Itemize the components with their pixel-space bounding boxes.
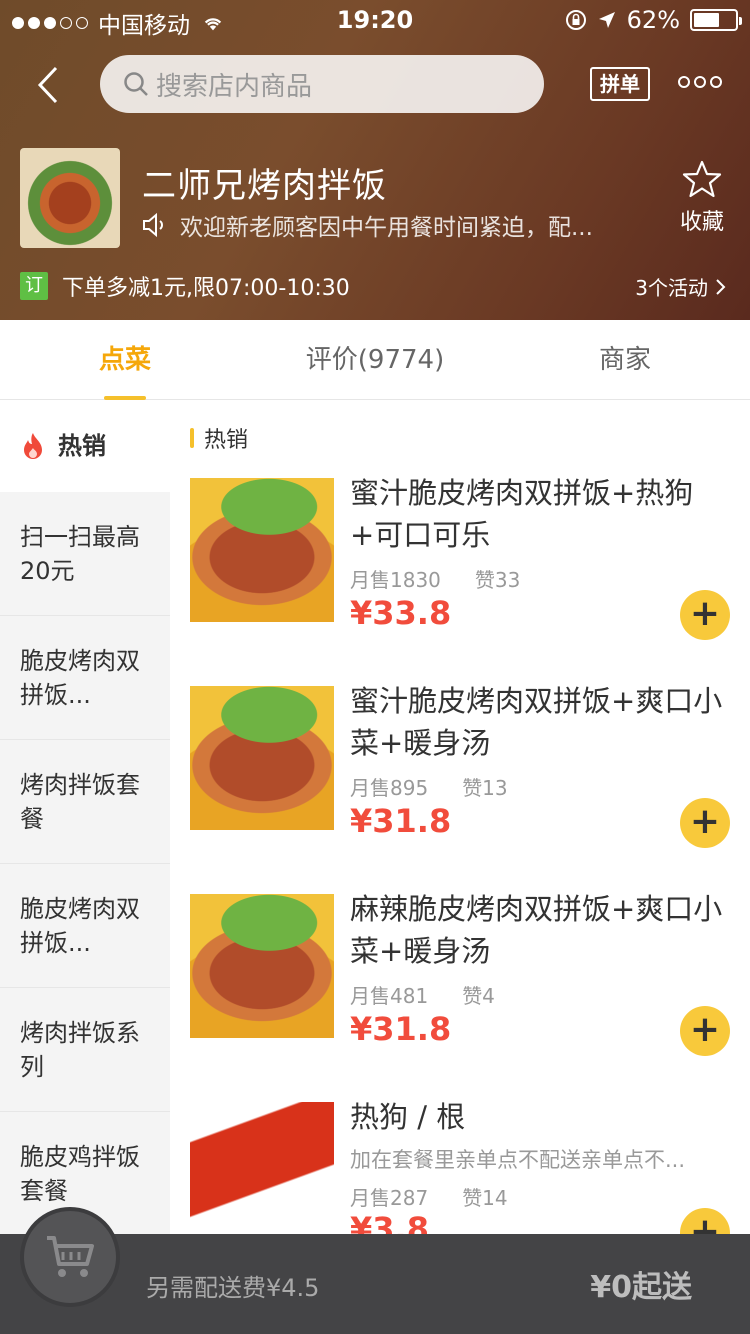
- dish-image[interactable]: [190, 1102, 334, 1234]
- dish-price: ¥31.8: [350, 802, 452, 840]
- dish-name: 蜜汁脆皮烤肉双拼饭+爽口小菜+暖身汤: [350, 684, 723, 760]
- category-label: 脆皮烤肉双拼饭...: [20, 894, 140, 957]
- search-icon: [124, 72, 148, 96]
- dish-meta: 月售481 赞4: [350, 980, 495, 1009]
- tab-menu[interactable]: 点菜: [0, 320, 250, 400]
- favorite-label: 收藏: [679, 210, 724, 235]
- category-label: 扫一扫最高20元: [20, 522, 140, 585]
- dish-meta: 月售1830 赞33: [350, 564, 520, 593]
- shop-header: 中国移动 19:20 62% 搜索店内商品 拼单 二师兄烤肉拌饭 欢迎新老顾客因…: [0, 0, 750, 320]
- shop-notice-text: 欢迎新老顾客因中午用餐时间紧迫，配...: [180, 215, 593, 241]
- dish-sales: 月售895: [350, 776, 429, 800]
- add-to-cart-button[interactable]: +: [680, 590, 730, 640]
- chevron-right-icon: [716, 278, 726, 295]
- search-placeholder: 搜索店内商品: [156, 71, 313, 102]
- dish-name: 蜜汁脆皮烤肉双拼饭+热狗+可口可乐: [350, 476, 694, 552]
- shop-notice[interactable]: 欢迎新老顾客因中午用餐时间紧迫，配...: [140, 208, 593, 242]
- status-right: 62%: [565, 6, 742, 34]
- dish-description: 加在套餐里亲单点不配送亲单点不...: [350, 1148, 686, 1172]
- dish-sales: 月售481: [350, 984, 429, 1008]
- category-label: 脆皮鸡拌饭套餐: [20, 1142, 140, 1205]
- activities-link[interactable]: 3个活动: [635, 272, 728, 301]
- dish-likes: 赞33: [474, 568, 521, 592]
- category-label: 烤肉拌饭系列: [20, 1018, 140, 1081]
- category-item[interactable]: 脆皮烤肉双拼饭...: [0, 864, 170, 988]
- add-to-cart-button[interactable]: +: [680, 798, 730, 848]
- dish-image[interactable]: [190, 894, 334, 1038]
- category-label: 热销: [58, 432, 106, 460]
- battery-level: [694, 13, 719, 27]
- category-item[interactable]: 烤肉拌饭系列: [0, 988, 170, 1112]
- tab-merchant[interactable]: 商家: [500, 320, 750, 400]
- cart-button[interactable]: [20, 1207, 120, 1307]
- dish-price: ¥31.8: [350, 1010, 452, 1048]
- section-title: 热销: [190, 422, 248, 454]
- dish-item[interactable]: 热狗 / 根 加在套餐里亲单点不配送亲单点不... 月售287 赞14 ¥3.8 …: [190, 1100, 750, 1234]
- more-icon[interactable]: [678, 76, 722, 88]
- promo-badge: 订: [20, 272, 48, 300]
- battery-icon: [690, 9, 742, 31]
- battery-percent: 62%: [626, 6, 680, 34]
- minimum-order: ¥0起送: [590, 1270, 692, 1305]
- category-label: 烤肉拌饭套餐: [20, 770, 140, 833]
- rotation-lock-icon: [565, 10, 586, 30]
- shop-logo: [20, 148, 120, 248]
- delivery-fee: 另需配送费¥4.5: [146, 1274, 320, 1302]
- dish-sales: 月售287: [350, 1186, 429, 1210]
- dish-price: ¥3.8: [350, 1210, 429, 1234]
- speaker-icon: [143, 212, 163, 238]
- location-arrow-icon: [598, 12, 615, 28]
- dish-meta: 月售287 赞14: [350, 1182, 508, 1211]
- favorite-button[interactable]: 收藏: [672, 158, 732, 236]
- dish-likes: 赞4: [462, 984, 495, 1008]
- dish-sales: 月售1830: [350, 568, 441, 592]
- dish-image[interactable]: [190, 478, 334, 622]
- star-icon: [682, 160, 722, 198]
- dish-meta: 月售895 赞13: [350, 772, 508, 801]
- activities-label: 3个活动: [635, 276, 708, 300]
- shopping-cart-icon: [47, 1236, 94, 1277]
- dish-likes: 赞14: [462, 1186, 508, 1210]
- category-sidebar: 热销 扫一扫最高20元 脆皮烤肉双拼饭... 烤肉拌饭套餐 脆皮烤肉双拼饭...…: [0, 400, 170, 1236]
- flame-icon: [24, 433, 42, 459]
- status-bar: 中国移动 19:20 62%: [0, 0, 750, 40]
- dish-name: 热狗 / 根: [350, 1100, 466, 1134]
- dish-image[interactable]: [190, 686, 334, 830]
- dish-name: 麻辣脆皮烤肉双拼饭+爽口小菜+暖身汤: [350, 892, 723, 968]
- category-item[interactable]: 扫一扫最高20元: [0, 492, 170, 616]
- add-to-cart-button[interactable]: +: [680, 1208, 730, 1234]
- dish-list[interactable]: 热销 蜜汁脆皮烤肉双拼饭+热狗+可口可乐 月售1830 赞33 ¥33.8 + 蜜…: [170, 400, 750, 1234]
- group-order-button[interactable]: 拼单: [590, 67, 650, 101]
- category-item[interactable]: 脆皮烤肉双拼饭...: [0, 616, 170, 740]
- category-item[interactable]: 烤肉拌饭套餐: [0, 740, 170, 864]
- promo-row: 订 下单多减1元,限07:00-10:30: [20, 270, 350, 302]
- shop-name: 二师兄烤肉拌饭: [142, 166, 387, 206]
- search-input[interactable]: 搜索店内商品: [100, 55, 544, 113]
- dish-item[interactable]: 蜜汁脆皮烤肉双拼饭+爽口小菜+暖身汤 月售895 赞13 ¥31.8 +: [190, 684, 750, 848]
- dish-item[interactable]: 麻辣脆皮烤肉双拼饭+爽口小菜+暖身汤 月售481 赞4 ¥31.8 +: [190, 892, 750, 1056]
- tab-reviews[interactable]: 评价(9774): [250, 320, 500, 400]
- tab-bar: 点菜 评价(9774) 商家: [0, 320, 750, 400]
- add-to-cart-button[interactable]: +: [680, 1006, 730, 1056]
- category-item[interactable]: 热销: [0, 400, 170, 492]
- dish-likes: 赞13: [462, 776, 508, 800]
- back-icon[interactable]: [30, 60, 70, 110]
- promo-text: 下单多减1元,限07:00-10:30: [62, 276, 350, 301]
- category-label: 脆皮烤肉双拼饭...: [20, 646, 140, 709]
- dish-item[interactable]: 蜜汁脆皮烤肉双拼饭+热狗+可口可乐 月售1830 赞33 ¥33.8 +: [190, 476, 750, 640]
- dish-price: ¥33.8: [350, 594, 452, 632]
